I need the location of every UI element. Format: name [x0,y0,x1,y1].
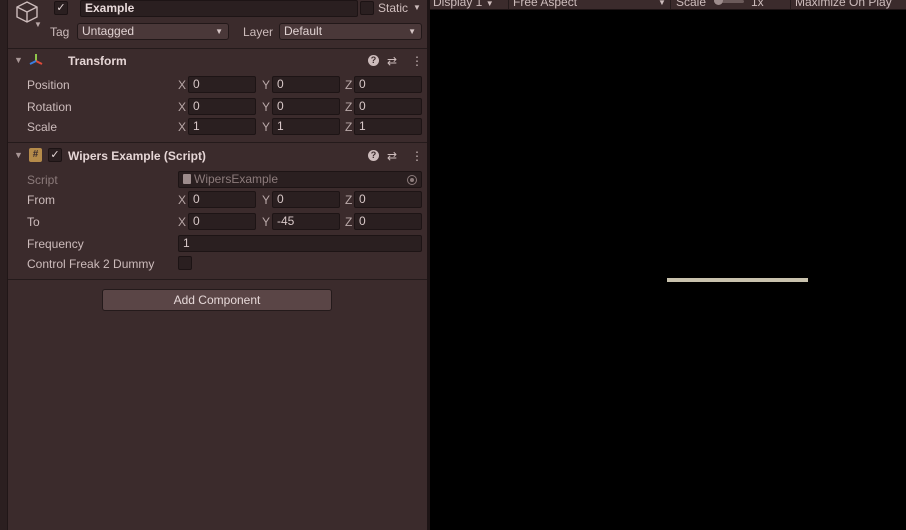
z-axis-label[interactable]: Z [345,100,352,114]
x-axis-label[interactable]: X [178,78,186,92]
x-axis-label[interactable]: X [178,215,186,229]
frequency-field[interactable]: 1 [178,235,422,252]
script-label: Script [27,173,58,187]
from-z-field[interactable]: 0 [354,191,422,208]
rotation-label: Rotation [27,100,72,114]
from-x-field[interactable]: 0 [188,191,256,208]
rotation-z-field[interactable]: 0 [354,98,422,115]
active-checkbox[interactable]: ✓ [54,1,68,15]
static-checkbox[interactable] [360,1,374,15]
y-axis-label[interactable]: Y [262,215,270,229]
toolbar-divider [508,0,509,9]
to-z-field[interactable]: 0 [354,213,422,230]
maximize-on-play-toggle[interactable]: Maximize On Play [795,0,892,9]
static-dropdown-arrow-icon[interactable]: ▼ [413,3,421,12]
scale-y-field[interactable]: 1 [272,118,340,135]
toolbar-divider [670,0,671,9]
layer-label: Layer [243,25,274,39]
y-axis-label[interactable]: Y [262,120,270,134]
script-enabled-checkbox[interactable]: ✓ [48,148,62,162]
add-component-button[interactable]: Add Component [102,289,332,311]
gameobject-name-field[interactable]: Example [80,0,358,17]
tag-dropdown[interactable]: Untagged ▼ [77,23,229,40]
display-value: Display 1 [433,0,483,9]
from-y-field[interactable]: 0 [272,191,340,208]
position-x-field[interactable]: 0 [188,76,256,93]
script-reference-field[interactable]: WipersExample [178,171,422,188]
divider [8,48,427,49]
z-axis-label[interactable]: Z [345,78,352,92]
y-axis-label[interactable]: Y [262,100,270,114]
help-icon[interactable]: ? [368,55,379,66]
chevron-down-icon[interactable]: ▼ [658,0,666,9]
script-component-title: Wipers Example (Script) [68,149,206,163]
position-z-field[interactable]: 0 [354,76,422,93]
x-axis-label[interactable]: X [178,100,186,114]
more-options-icon[interactable]: ⋮ [411,54,423,68]
position-label: Position [27,78,70,92]
z-axis-label[interactable]: Z [345,120,352,134]
y-axis-label[interactable]: Y [262,193,270,207]
chevron-down-icon: ▼ [485,0,494,8]
foldout-arrow-icon[interactable]: ▼ [14,150,23,160]
to-y-field[interactable]: -45 [272,213,340,230]
transform-title: Transform [68,54,127,68]
game-view[interactable]: Display 1 ▼ Free Aspect ▼ Scale 1x Maxim… [430,0,906,530]
game-view-toolbar: Display 1 ▼ Free Aspect ▼ Scale 1x Maxim… [430,0,906,10]
position-y-field[interactable]: 0 [272,76,340,93]
x-axis-label[interactable]: X [178,120,186,134]
x-axis-label[interactable]: X [178,193,186,207]
to-x-field[interactable]: 0 [188,213,256,230]
divider [8,279,427,280]
z-axis-label[interactable]: Z [345,215,352,229]
chevron-down-icon: ▼ [408,27,416,36]
transform-axes-icon [29,54,43,65]
help-icon[interactable]: ? [368,150,379,161]
scale-label: Scale [676,0,707,9]
presets-icon[interactable]: ⇄ [387,149,397,163]
script-file-icon [183,174,191,184]
wiper-bar [667,278,808,282]
chevron-down-icon: ▼ [215,27,223,36]
tag-value: Untagged [82,24,135,38]
scale-value: 1x [751,0,764,9]
static-label[interactable]: Static [378,1,408,15]
tag-label: Tag [50,25,70,39]
more-options-icon[interactable]: ⋮ [411,149,423,163]
divider [8,142,427,143]
dummy-checkbox[interactable] [178,256,192,270]
from-label: From [27,193,55,207]
script-hash-icon: # [29,148,42,162]
layer-value: Default [284,24,323,38]
z-axis-label[interactable]: Z [345,193,352,207]
scale-slider-knob[interactable] [714,0,723,5]
foldout-arrow-icon[interactable]: ▼ [14,55,23,65]
scale-x-field[interactable]: 1 [188,118,256,135]
icon-dropdown-arrow-icon[interactable]: ▼ [34,20,42,29]
rotation-x-field[interactable]: 0 [188,98,256,115]
display-dropdown[interactable]: Display 1 ▼ [433,0,494,9]
scale-label: Scale [27,120,58,134]
script-component-header[interactable]: ▼ # ✓ Wipers Example (Script) ? ⇄ ⋮ [8,145,427,167]
script-value: WipersExample [194,172,279,186]
gameobject-header: ▼ ✓ Example Static ▼ Tag Untagged ▼ Laye… [8,0,427,48]
frequency-label: Frequency [27,237,84,251]
to-label: To [27,215,40,229]
y-axis-label[interactable]: Y [262,78,270,92]
dummy-label: Control Freak 2 Dummy [27,257,155,271]
object-picker-icon[interactable] [407,175,417,185]
transform-header[interactable]: ▼ Transform ? ⇄ ⋮ [8,50,427,72]
left-edge-strip [0,0,8,530]
toolbar-divider [790,0,791,9]
aspect-value: Free Aspect [513,0,578,9]
scale-z-field[interactable]: 1 [354,118,422,135]
aspect-dropdown[interactable]: Free Aspect [513,0,578,9]
layer-dropdown[interactable]: Default ▼ [279,23,422,40]
rotation-y-field[interactable]: 0 [272,98,340,115]
presets-icon[interactable]: ⇄ [387,54,397,68]
inspector-panel: ▼ ✓ Example Static ▼ Tag Untagged ▼ Laye… [8,0,427,530]
